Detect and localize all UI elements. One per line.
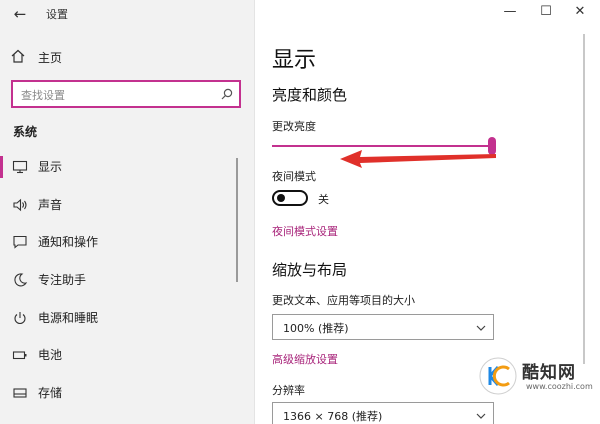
toggle-knob [277,194,285,202]
arrow-shape [340,150,496,168]
resolution-label: 分辨率 [272,384,305,397]
chevron-down-icon [476,413,486,419]
maximize-button[interactable]: ☐ [534,2,558,22]
battery-icon [12,351,27,360]
sidebar-item-display[interactable]: 显示 [0,152,240,182]
search-input[interactable]: 查找设置 [11,80,241,108]
sidebar-item-focus-assist[interactable]: 专注助手 [0,265,240,295]
chevron-down-icon [476,325,486,331]
sidebar-item-sound[interactable]: 声音 [0,190,240,220]
toggle-state-text: 关 [318,193,329,206]
brightness-label: 更改亮度 [272,120,316,133]
search-icon[interactable] [221,88,233,100]
speaker-icon [13,198,27,212]
resolution-dropdown-value: 1366 × 768 (推荐) [283,410,383,423]
back-arrow-icon[interactable]: ← [8,4,32,24]
night-mode-label: 夜间模式 [272,170,316,183]
page-title: 显示 [272,48,317,73]
home-label[interactable]: 主页 [38,49,62,66]
sidebar-item-notifications[interactable]: 通知和操作 [0,227,240,257]
section-heading-scale-layout: 缩放与布局 [272,261,348,279]
night-mode-toggle[interactable] [272,190,308,206]
watermark-name: 酷知网 [522,363,576,383]
watermark-url: www.coozhi.com [526,382,593,391]
sidebar-item-storage[interactable]: 存储 [0,378,240,408]
home-icon[interactable] [11,49,25,63]
close-button[interactable]: ✕ [568,2,592,22]
annotation-arrow-icon [340,150,496,168]
advanced-scaling-link[interactable]: 高级缩放设置 [272,351,338,367]
sidebar-scrollbar[interactable] [236,158,238,282]
sidebar-item-label: 存储 [38,386,63,400]
power-icon [14,312,26,325]
sidebar-item-label: 声音 [38,198,63,212]
watermark-logo-icon [479,357,517,395]
resolution-dropdown[interactable]: 1366 × 768 (推荐) [272,402,494,424]
sidebar-item-label: 电池 [38,348,63,362]
search-placeholder: 查找设置 [21,89,65,102]
section-label: 系统 [13,125,38,139]
storage-icon [13,388,27,398]
sidebar: ← 设置 主页 查找设置 系统 显示 声音 通知和操作 专注助手 电源和睡眠 电… [0,0,255,424]
scale-dropdown[interactable]: 100% (推荐) [272,314,494,340]
watermark: 酷知网 www.coozhi.com [478,356,598,396]
scale-dropdown-value: 100% (推荐) [283,322,349,335]
selected-indicator [0,156,3,178]
app-title: 设置 [46,8,68,21]
sidebar-item-power-sleep[interactable]: 电源和睡眠 [0,303,240,333]
minimize-button[interactable]: — [498,2,522,22]
sidebar-item-label: 专注助手 [38,273,87,287]
monitor-icon [12,160,28,174]
scale-label: 更改文本、应用等项目的大小 [272,294,415,307]
sidebar-item-label: 电源和睡眠 [38,311,99,325]
night-mode-settings-link[interactable]: 夜间模式设置 [272,223,338,239]
main-scrollbar[interactable] [583,34,585,364]
sidebar-item-label: 通知和操作 [38,235,99,249]
sidebar-item-battery[interactable]: 电池 [0,340,240,370]
section-heading-brightness: 亮度和颜色 [272,86,348,104]
notification-icon [13,235,27,249]
moon-icon [14,273,28,287]
sidebar-item-label: 显示 [38,160,63,174]
